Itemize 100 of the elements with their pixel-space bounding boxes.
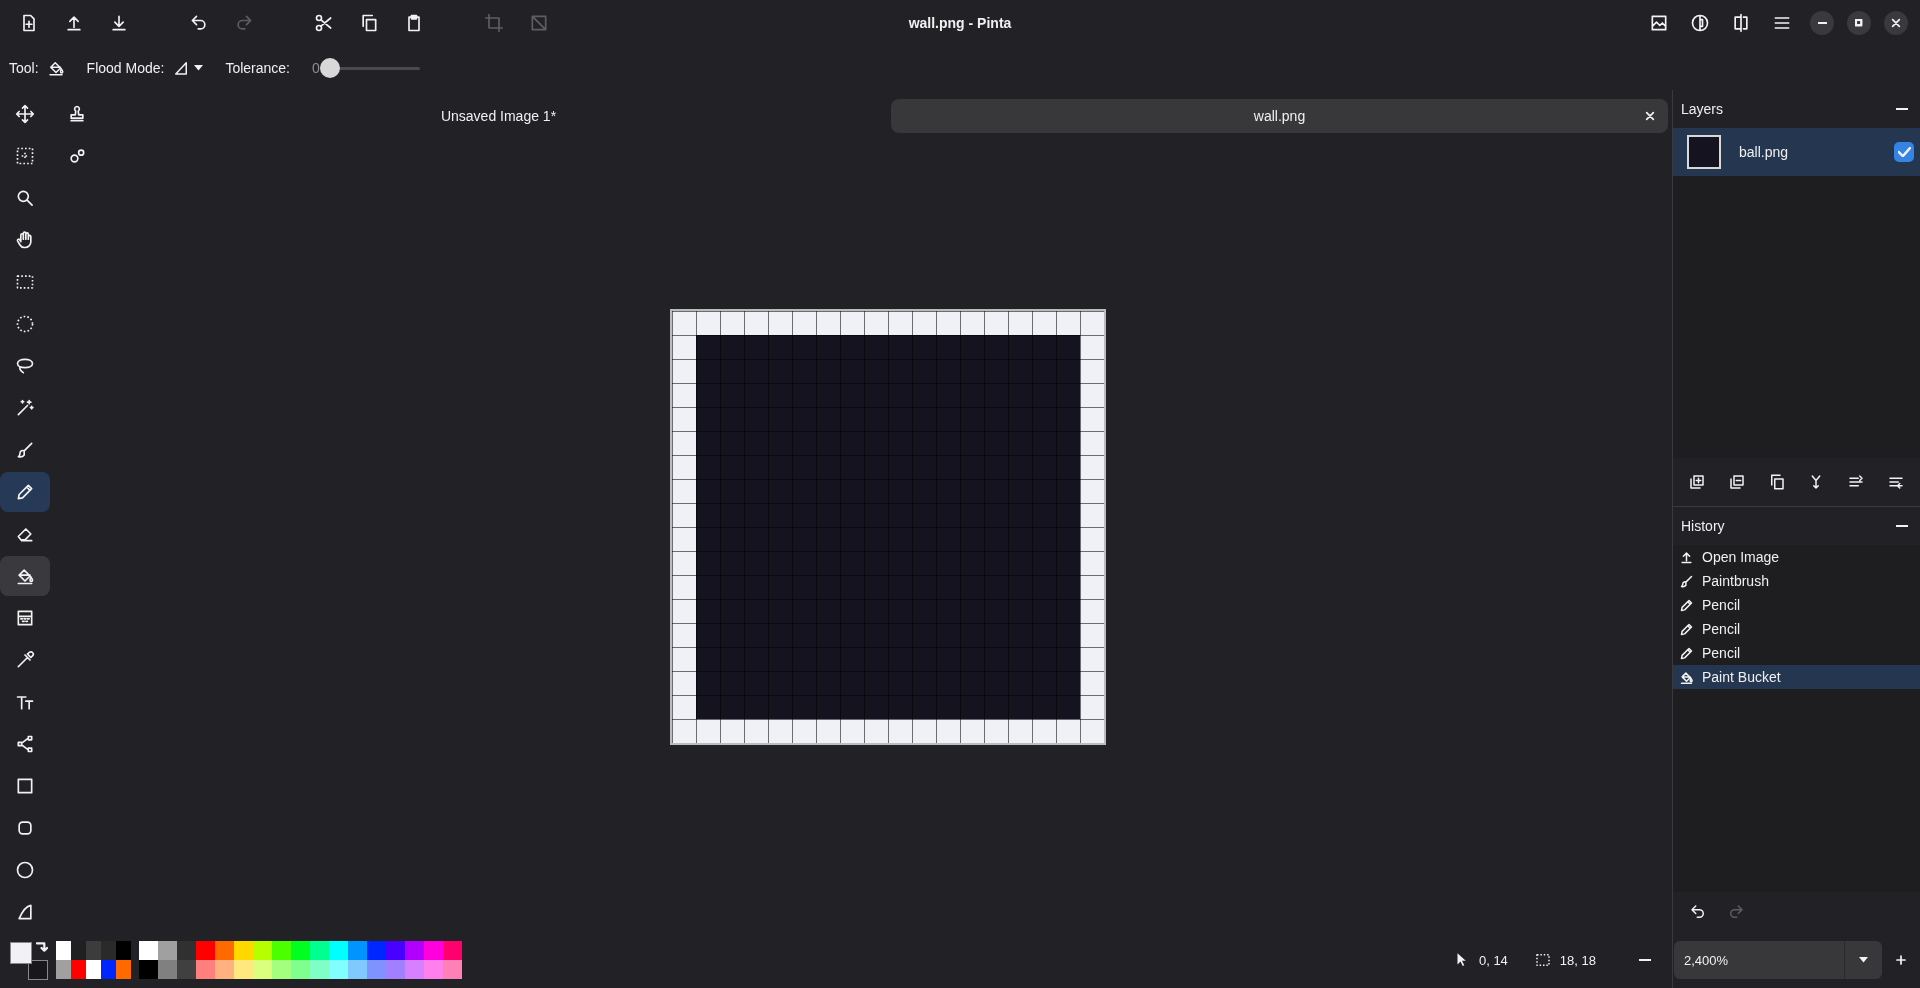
recent-color-swatch[interactable] <box>116 960 131 979</box>
palette-color-swatch[interactable] <box>386 960 405 979</box>
palette-color-swatch[interactable] <box>253 960 272 979</box>
palette-color-swatch[interactable] <box>196 941 215 960</box>
lasso-icon <box>15 356 35 376</box>
palette-color-swatch[interactable] <box>443 960 462 979</box>
document-tab[interactable]: wall.png <box>891 99 1668 133</box>
freeform-shape-icon <box>15 902 35 922</box>
stamp-icon <box>67 104 87 124</box>
palette-color-swatch[interactable] <box>405 960 424 979</box>
pencil-icon <box>1679 597 1694 613</box>
palette-color-swatch[interactable] <box>367 960 386 979</box>
move-icon <box>15 104 35 124</box>
caret-icon <box>1859 957 1868 963</box>
recent-color-swatch[interactable] <box>116 941 131 960</box>
palette-color-swatch[interactable] <box>386 941 405 960</box>
minimize-button[interactable] <box>1810 11 1834 35</box>
palette-color-swatch[interactable] <box>443 941 462 960</box>
palette-color-swatch[interactable] <box>424 960 443 979</box>
move-selection-icon <box>15 146 35 166</box>
palette-color-swatch[interactable] <box>253 941 272 960</box>
recent-color-swatch[interactable] <box>86 941 101 960</box>
circle-icon <box>15 860 35 880</box>
layer-row[interactable]: ball.png <box>1673 128 1920 176</box>
undo-icon <box>1689 903 1707 921</box>
recent-color-swatch[interactable] <box>56 941 71 960</box>
maximize-button[interactable] <box>1847 11 1871 35</box>
search-icon <box>15 188 35 208</box>
palette-color-swatch[interactable] <box>329 941 348 960</box>
rectangle-icon <box>15 776 35 796</box>
palette-color-swatch[interactable] <box>158 941 177 960</box>
selection-icon <box>1533 951 1552 969</box>
undo-icon <box>189 13 209 33</box>
palette-color-swatch[interactable] <box>177 960 196 979</box>
download-icon <box>109 13 129 33</box>
palette-color-swatch[interactable] <box>139 960 158 979</box>
palette-color-swatch[interactable] <box>291 960 310 979</box>
palette-color-swatch[interactable] <box>139 941 158 960</box>
palette-color-swatch[interactable] <box>177 941 196 960</box>
recent-color-swatch[interactable] <box>71 941 86 960</box>
history-label: Open Image <box>1702 549 1780 565</box>
gradient-icon <box>15 608 35 628</box>
minus-icon <box>1895 108 1909 110</box>
palette-color-swatch[interactable] <box>310 941 329 960</box>
recent-color-swatch[interactable] <box>86 960 101 979</box>
visibility-checkbox[interactable] <box>1894 142 1914 162</box>
paint-bucket-tool[interactable] <box>0 556 50 596</box>
palette-color-swatch[interactable] <box>329 960 348 979</box>
recent-color-swatch[interactable] <box>71 960 86 979</box>
tolerance-slider[interactable] <box>319 58 420 78</box>
recent-color-swatch[interactable] <box>101 941 116 960</box>
history-item[interactable]: Paint Bucket <box>1673 665 1920 689</box>
swap-arrows-icon[interactable] <box>36 942 48 952</box>
flood-mode-dropdown[interactable] <box>172 59 204 77</box>
caret-icon <box>194 65 204 71</box>
history-label: Paint Bucket <box>1702 669 1781 685</box>
palette-color-swatch[interactable] <box>196 960 215 979</box>
minus-icon <box>1638 959 1652 961</box>
palette-color-swatch[interactable] <box>424 941 443 960</box>
palette-color-swatch[interactable] <box>348 960 367 979</box>
history-item[interactable]: Pencil <box>1673 617 1920 641</box>
cursor-position: 0, 14 <box>1478 952 1508 968</box>
palette-color-swatch[interactable] <box>405 941 424 960</box>
palette-color-swatch[interactable] <box>310 960 329 979</box>
history-label: Paintbrush <box>1702 573 1769 589</box>
history-item[interactable]: Pencil <box>1673 641 1920 665</box>
checkmark-icon <box>1897 147 1911 157</box>
slider-thumb[interactable] <box>319 58 340 78</box>
recolor-icon <box>67 146 87 166</box>
palette-color-swatch[interactable] <box>291 941 310 960</box>
upload-icon <box>1679 549 1694 565</box>
palette-color-swatch[interactable] <box>348 941 367 960</box>
tolerance-label: Tolerance: <box>225 60 290 76</box>
pencil-tool[interactable] <box>0 472 50 512</box>
palette-color-swatch[interactable] <box>215 960 234 979</box>
zoom-field[interactable]: 2,400% <box>1674 941 1882 979</box>
document-tab[interactable]: Unsaved Image 1* <box>110 99 887 133</box>
adjustments-icon <box>1690 13 1710 33</box>
close-button[interactable] <box>1884 11 1908 35</box>
plus-icon <box>1893 952 1909 968</box>
layers-title: Layers <box>1681 101 1724 117</box>
selection-size: 18, 18 <box>1559 952 1596 968</box>
palette-color-swatch[interactable] <box>367 941 386 960</box>
paint-bucket-icon <box>1679 669 1694 685</box>
secondary-color-swatch[interactable] <box>28 960 48 980</box>
tool-label: Tool: <box>9 60 39 76</box>
history-item[interactable]: Pencil <box>1673 593 1920 617</box>
palette-color-swatch[interactable] <box>234 960 253 979</box>
copy-icon <box>359 13 379 33</box>
palette-color-swatch[interactable] <box>158 960 177 979</box>
history-item[interactable]: Open Image <box>1673 545 1920 569</box>
primary-color-swatch[interactable] <box>10 942 32 964</box>
palette-color-swatch[interactable] <box>272 960 291 979</box>
palette-color-swatch[interactable] <box>234 941 253 960</box>
recent-color-swatch[interactable] <box>101 960 116 979</box>
palette-color-swatch[interactable] <box>215 941 234 960</box>
connected-nodes-icon <box>15 734 35 754</box>
recent-color-swatch[interactable] <box>56 960 71 979</box>
history-item[interactable]: Paintbrush <box>1673 569 1920 593</box>
palette-color-swatch[interactable] <box>272 941 291 960</box>
